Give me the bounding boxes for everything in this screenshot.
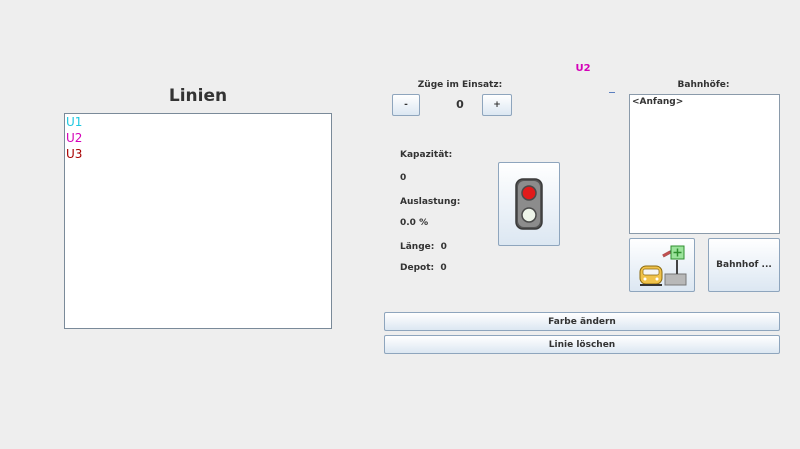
lines-title: Linien bbox=[168, 86, 228, 106]
traffic-light-icon bbox=[515, 178, 543, 230]
lines-list[interactable]: U1 U2 U3 bbox=[64, 113, 332, 329]
stations-label: Bahnhöfe: bbox=[677, 80, 730, 90]
add-station-button[interactable] bbox=[629, 238, 695, 292]
trains-in-use-label: Züge im Einsatz: bbox=[417, 80, 503, 90]
line-item[interactable]: U1 bbox=[65, 114, 331, 130]
delete-line-button[interactable]: Linie löschen bbox=[384, 335, 780, 354]
utilization-value: 0.0 % bbox=[400, 218, 429, 228]
line-item[interactable]: U3 bbox=[65, 146, 331, 162]
station-item[interactable]: <Anfang> bbox=[630, 95, 779, 109]
trains-count: 0 bbox=[456, 98, 464, 111]
capacity-label: Kapazität: bbox=[400, 150, 453, 160]
station-settings-button[interactable]: Bahnhof ... bbox=[708, 238, 780, 292]
train-station-add-icon bbox=[637, 242, 687, 288]
depot-info: Depot: 0 bbox=[400, 263, 447, 273]
increase-trains-button[interactable]: + bbox=[482, 94, 512, 116]
stations-list[interactable]: <Anfang> bbox=[629, 94, 780, 234]
signal-button[interactable] bbox=[498, 162, 560, 246]
capacity-value: 0 bbox=[400, 173, 407, 183]
line-item[interactable]: U2 bbox=[65, 130, 331, 146]
change-color-button[interactable]: Farbe ändern bbox=[384, 312, 780, 331]
length-info: Länge: 0 bbox=[400, 242, 447, 252]
selected-line-label: U2 bbox=[575, 63, 591, 74]
decrease-trains-button[interactable]: - bbox=[392, 94, 420, 116]
utilization-label: Auslastung: bbox=[400, 197, 461, 207]
divider bbox=[609, 92, 615, 93]
